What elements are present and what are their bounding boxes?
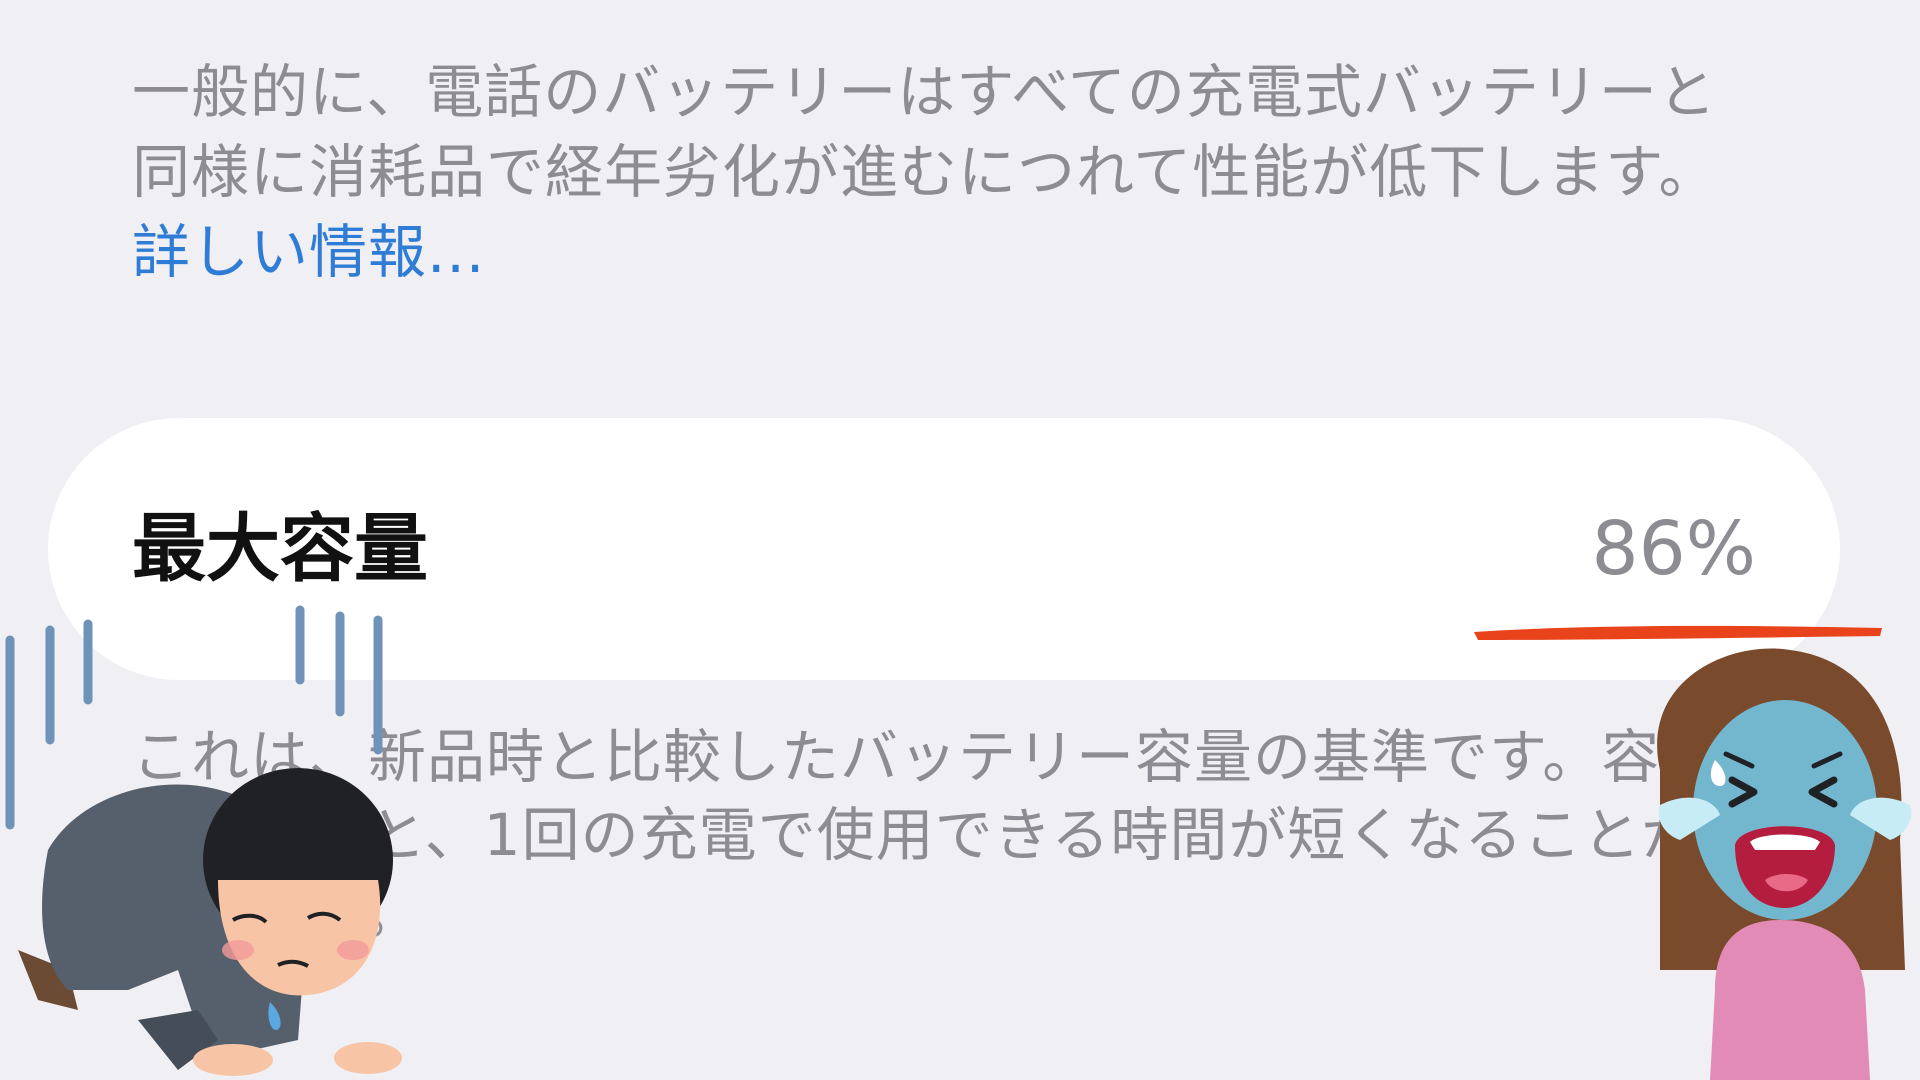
despairing-man-illustration-icon bbox=[18, 768, 402, 1076]
intro-line-2: 同様に消耗品で経年劣化が進むにつれて性能が低下します。 bbox=[132, 138, 1718, 206]
battery-health-screen: 一般的に、電話のバッテリーはすべての充電式バッテリーと 同様に消耗品で経年劣化が… bbox=[0, 0, 1920, 1080]
maximum-capacity-value: 86% bbox=[1591, 506, 1756, 592]
intro-line-1: 一般的に、電話のバッテリーはすべての充電式バッテリーと bbox=[132, 58, 1717, 126]
battery-info-text: 一般的に、電話のバッテリーはすべての充電式バッテリーと 同様に消耗品で経年劣化が… bbox=[132, 52, 1772, 292]
maximum-capacity-label: 最大容量 bbox=[132, 506, 428, 592]
learn-more-link[interactable]: 詳しい情報... bbox=[132, 212, 1772, 292]
crying-woman-illustration-icon bbox=[1657, 648, 1912, 1080]
